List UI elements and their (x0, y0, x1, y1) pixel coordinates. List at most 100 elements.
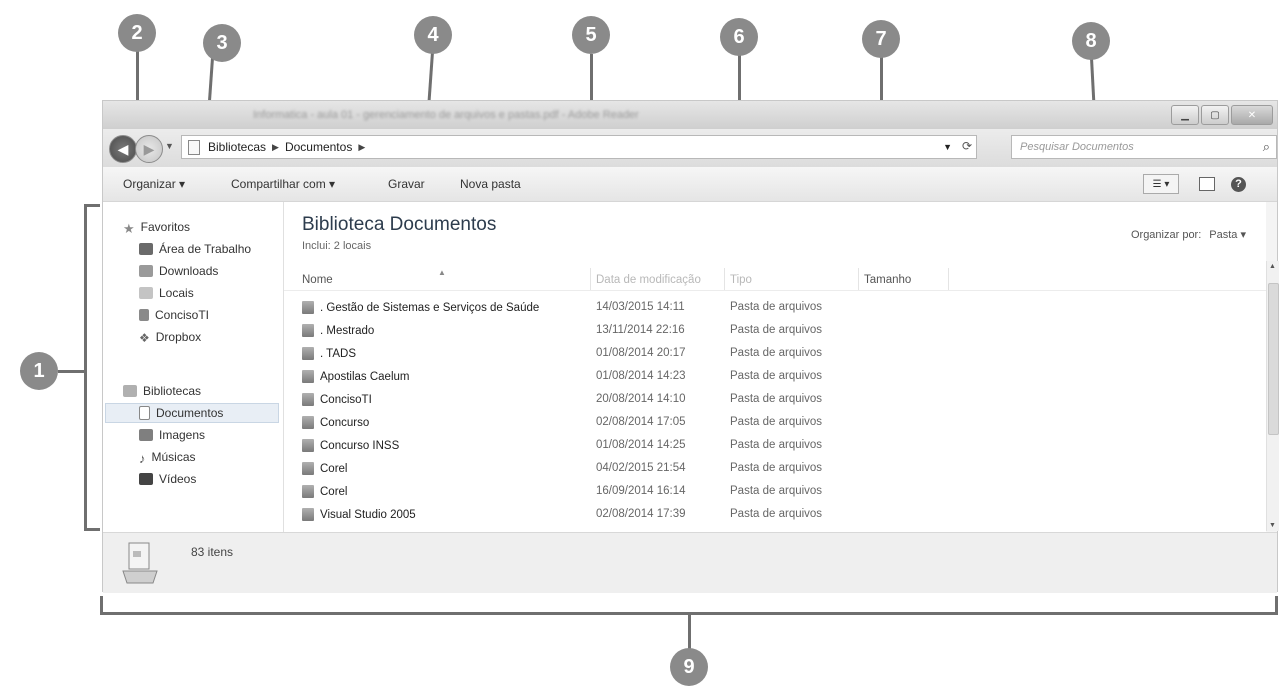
recent-pages-dropdown[interactable]: ▼ (165, 141, 174, 151)
table-row[interactable]: Visual Studio 2005 02/08/2014 17:39 Pasta … (284, 503, 1266, 526)
callout-2: 2 (118, 14, 156, 52)
file-date: 16/09/2014 16:14 (596, 485, 686, 497)
column-header-name[interactable]: Nome (302, 274, 333, 286)
folder-icon (302, 416, 314, 429)
table-row[interactable]: . TADS 01/08/2014 20:17 Pasta de arquivos (284, 342, 1266, 365)
nav-item-dropbox[interactable]: ❖ Dropbox (139, 328, 201, 346)
table-row[interactable]: Concurso 02/08/2014 17:05 Pasta de arquivo… (284, 411, 1266, 434)
change-view-button[interactable]: ☰ ▾ (1143, 174, 1179, 194)
address-bar[interactable]: Bibliotecas ▶ Documentos ▶ ▼ ⟳ (181, 135, 977, 159)
nav-item-downloads[interactable]: Downloads (139, 262, 218, 280)
window-title: Informatica - aula 01 - gerenciamento de… (253, 109, 639, 121)
column-header-size[interactable]: Tamanho (864, 274, 911, 286)
table-row[interactable]: Corel 16/09/2014 16:14 Pasta de arquivos (284, 480, 1266, 503)
table-row[interactable]: . Mestrado 13/11/2014 22:16 Pasta de arqui… (284, 319, 1266, 342)
nav-item-label: ConcisoTI (155, 308, 210, 322)
libraries-header[interactable]: Bibliotecas (123, 382, 201, 400)
preview-pane-icon[interactable] (1199, 177, 1215, 191)
file-name: Visual Studio 2005 (320, 508, 416, 521)
library-locations-link[interactable]: Inclui: 2 locais (302, 240, 371, 252)
file-type: Pasta de arquivos (730, 416, 823, 428)
table-row[interactable]: ConcisoTI 20/08/2014 14:10 Pasta de arquiv… (284, 388, 1266, 411)
help-icon[interactable]: ? (1231, 176, 1246, 192)
scroll-up-icon[interactable]: ▲ (1269, 263, 1276, 270)
callout-1: 1 (20, 352, 58, 390)
table-row[interactable]: . Gestão de Sistemas e Serviços de Saúde… (284, 296, 1266, 319)
callout-4: 4 (414, 16, 452, 54)
view-controls: ☰ ▾ ? (1143, 174, 1246, 194)
file-type: Pasta de arquivos (730, 301, 823, 313)
column-divider[interactable] (590, 268, 591, 290)
search-input[interactable]: Pesquisar Documentos ⌕ (1011, 135, 1277, 159)
file-name-cell: . Mestrado (302, 324, 374, 337)
navigation-pane: ★ Favoritos Área de Trabalho Downloads L… (103, 202, 284, 532)
nav-item-concisoti[interactable]: ConcisoTI (139, 306, 209, 324)
nav-item-imagens[interactable]: Imagens (139, 426, 205, 444)
nav-item-label: Dropbox (155, 330, 202, 344)
arrange-by-dropdown[interactable]: Pasta ▾ (1209, 229, 1246, 241)
back-button[interactable]: ◀ (109, 135, 137, 163)
title-bar: Informatica - aula 01 - gerenciamento de… (103, 101, 1277, 129)
libraries-label: Bibliotecas (143, 384, 202, 398)
address-row: ◀ ▶ ▼ Bibliotecas ▶ Documentos ▶ ▼ ⟳ Pes… (103, 129, 1277, 167)
column-header-type[interactable]: Tipo (730, 274, 752, 286)
nav-item-locais[interactable]: Locais (139, 284, 194, 302)
new-folder-button[interactable]: Nova pasta (460, 177, 521, 191)
close-button[interactable]: ✕ (1231, 105, 1273, 125)
callout-1-bracket-bottom (84, 528, 100, 531)
forward-button[interactable]: ▶ (135, 135, 163, 163)
file-date: 04/02/2015 21:54 (596, 462, 686, 474)
column-divider[interactable] (948, 268, 949, 290)
video-icon (139, 473, 153, 485)
callout-9-line (688, 612, 691, 652)
breadcrumb-separator-icon[interactable]: ▶ (358, 142, 365, 153)
table-row[interactable]: Concurso INSS 01/08/2014 14:25 Pasta de ar… (284, 434, 1266, 457)
file-name: ConcisoTI (320, 393, 372, 406)
nav-item-desktop[interactable]: Área de Trabalho (139, 240, 251, 258)
file-name: Apostilas Caelum (320, 370, 410, 383)
minimize-button[interactable]: ▁ (1171, 105, 1199, 125)
nav-item-documentos[interactable]: Documentos (139, 404, 223, 422)
search-icon[interactable]: ⌕ (1263, 139, 1270, 155)
column-divider[interactable] (858, 268, 859, 290)
file-date: 14/03/2015 14:11 (596, 301, 685, 313)
folder-icon (302, 370, 314, 383)
callout-7: 7 (862, 20, 900, 58)
address-dropdown-icon[interactable]: ▼ (943, 142, 952, 152)
desktop-icon (139, 243, 153, 255)
breadcrumb-bibliotecas[interactable]: Bibliotecas (208, 140, 266, 154)
folder-icon (302, 485, 314, 498)
nav-item-musicas[interactable]: ♪ Músicas (139, 448, 196, 466)
breadcrumb-documentos[interactable]: Documentos (285, 140, 352, 154)
folder-icon (302, 393, 314, 406)
share-menu[interactable]: Compartilhar com ▾ (231, 177, 335, 191)
nav-item-videos[interactable]: Vídeos (139, 470, 196, 488)
file-name-cell: Corel (302, 462, 347, 475)
scroll-thumb[interactable] (1268, 283, 1279, 435)
callout-1-line (58, 370, 86, 373)
column-divider[interactable] (724, 268, 725, 290)
favorites-header[interactable]: ★ Favoritos (123, 218, 190, 236)
column-header-date[interactable]: Data de modificação (596, 274, 701, 286)
file-name: . Mestrado (320, 324, 375, 337)
file-date: 01/08/2014 14:23 (596, 370, 686, 382)
file-type: Pasta de arquivos (730, 462, 823, 474)
command-bar: Organizar ▾ Compartilhar com ▾ Gravar No… (103, 167, 1277, 202)
file-date: 02/08/2014 17:39 (596, 508, 686, 520)
nav-item-label: Vídeos (159, 472, 197, 486)
pictures-icon (139, 429, 153, 441)
refresh-icon[interactable]: ⟳ (962, 139, 972, 153)
table-row[interactable]: Corel 04/02/2015 21:54 Pasta de arquivos (284, 457, 1266, 480)
vertical-scrollbar[interactable]: ▲ ▼ (1266, 261, 1279, 531)
breadcrumb-separator-icon[interactable]: ▶ (272, 142, 279, 153)
maximize-button[interactable]: ▢ (1201, 105, 1229, 125)
scroll-down-icon[interactable]: ▼ (1269, 522, 1276, 529)
burn-button[interactable]: Gravar (388, 177, 425, 191)
organize-menu[interactable]: Organizar ▾ (123, 177, 185, 191)
folder-icon (302, 462, 314, 475)
sort-arrow-icon: ▲ (438, 268, 446, 277)
file-name: Corel (320, 485, 348, 498)
callout-6: 6 (720, 18, 758, 56)
table-row[interactable]: Apostilas Caelum 01/08/2014 14:23 Pasta de… (284, 365, 1266, 388)
callout-3: 3 (203, 24, 241, 62)
